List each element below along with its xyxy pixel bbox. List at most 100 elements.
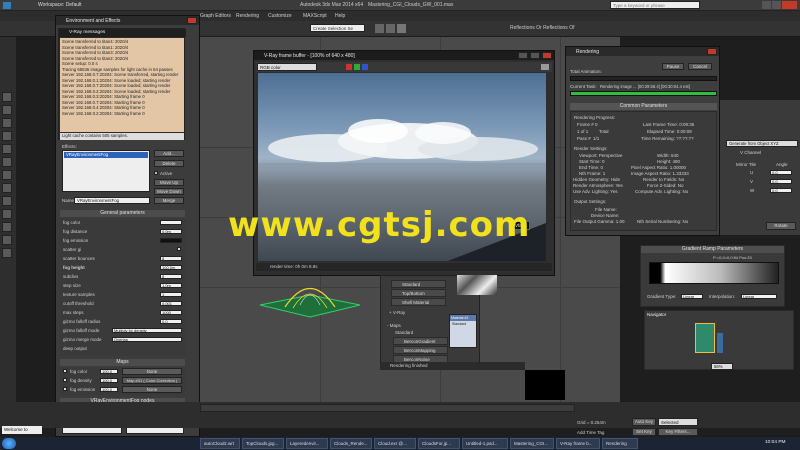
taskbar-item[interactable]: V-Ray frame b... [556, 438, 600, 449]
scale-icon[interactable] [2, 131, 12, 141]
fog-emission-swatch[interactable] [160, 238, 182, 243]
map-checkbox[interactable] [63, 387, 67, 391]
env-close-button[interactable] [187, 17, 197, 24]
menu-rendering[interactable]: Rendering [236, 13, 259, 19]
common-params-head[interactable]: Common Parameters [570, 103, 717, 110]
gradient-type-dropdown[interactable]: Linear [681, 294, 703, 299]
material-item-topbottom[interactable]: Top/Bottom [391, 289, 446, 297]
menu-graph-editors[interactable]: Graph Editors [200, 13, 231, 19]
maximize-button[interactable] [772, 1, 781, 9]
vray-group[interactable]: + V-Ray [389, 310, 405, 315]
map-button[interactable]: None [122, 368, 182, 375]
interpolation-dropdown[interactable]: Linear [741, 294, 777, 299]
param-value[interactable]: 1.0m [160, 283, 182, 288]
light-icon[interactable] [2, 183, 12, 193]
map-checkbox[interactable] [63, 378, 67, 382]
angle-value[interactable]: 0.0 [770, 170, 792, 175]
gradient-ramp-head[interactable]: Gradient Ramp Parameters [641, 246, 784, 253]
maps-standard[interactable]: Standard [395, 330, 413, 335]
select-icon[interactable] [2, 92, 12, 102]
taskbar-item[interactable]: Layeredenvir... [286, 438, 328, 449]
param-value[interactable]: 0.0 [160, 319, 182, 324]
angle-value[interactable]: 0.0 [770, 179, 792, 184]
menu-customize[interactable]: Customize [268, 13, 292, 19]
clear-image-icon[interactable] [541, 64, 549, 70]
param-value[interactable]: 100.0m [160, 265, 182, 270]
rendering-close-button[interactable] [707, 48, 717, 55]
param-value[interactable]: 8 [160, 256, 182, 261]
map-item-bercongradient[interactable]: BerconGradient [393, 337, 448, 345]
param-value[interactable]: 8 [160, 274, 182, 279]
merge-mode-dropdown[interactable]: Overlap [112, 337, 182, 342]
render-setup-icon[interactable] [375, 24, 384, 33]
param-value[interactable]: 0.0m [160, 229, 182, 234]
material-node[interactable]: Material #2 Standard [449, 314, 477, 348]
rotate-button[interactable]: Rotate [766, 222, 796, 230]
effects-list-item[interactable]: VRayEnvironmentFog [64, 152, 148, 158]
add-time-tag[interactable]: Add Time Tag [577, 430, 604, 435]
map-button[interactable]: None [122, 386, 182, 393]
taskbar-item[interactable]: autoCloudz.wrt [200, 438, 240, 449]
taskbar-item[interactable]: Clouds_Rende... [330, 438, 372, 449]
minimize-button[interactable] [762, 1, 771, 9]
param-value[interactable]: 0.001 [160, 301, 182, 306]
navigator-node[interactable] [717, 333, 723, 353]
map-amount[interactable]: 100.0 [100, 378, 118, 383]
gradient-ramp-preview[interactable] [649, 262, 779, 284]
start-button-icon[interactable] [2, 438, 16, 449]
navigator-node[interactable] [695, 323, 715, 353]
camera-icon[interactable] [2, 196, 12, 206]
auto-key-button[interactable]: Auto Key [632, 418, 656, 426]
cancel-button[interactable]: Cancel [688, 63, 712, 70]
taskbar-item[interactable]: Untitled-1.psd... [462, 438, 508, 449]
move-up-button[interactable]: Move Up [154, 179, 184, 186]
render-frame-icon[interactable] [386, 24, 395, 33]
systems-icon[interactable] [2, 235, 12, 245]
material-item-shell[interactable]: Shell Material [391, 298, 446, 306]
green-channel-icon[interactable] [354, 64, 360, 70]
merge-button[interactable]: Merge [154, 197, 184, 204]
effects-list[interactable]: VRayEnvironmentFog [62, 150, 150, 192]
workspace-label[interactable]: Workspace: Default [38, 2, 82, 8]
selection-set-dropdown[interactable]: Create Selection Se [310, 24, 365, 32]
close-button[interactable] [782, 1, 797, 9]
effect-name-field[interactable]: VRayEnvironmentFog [74, 197, 150, 204]
link-icon[interactable] [2, 144, 12, 154]
param-value[interactable]: 1000 [160, 310, 182, 315]
vfb-maximize-button[interactable] [530, 52, 540, 59]
material-icon[interactable] [2, 248, 12, 258]
menu-help[interactable]: Help [335, 13, 345, 19]
helper-icon[interactable] [2, 209, 12, 219]
material-item-standard[interactable]: Standard [391, 280, 446, 288]
scatter-gi-checkbox[interactable] [177, 247, 181, 251]
menu-maxscript[interactable]: MAXScript [303, 13, 327, 19]
maps-group[interactable]: - Maps [387, 323, 401, 328]
taskbar-item[interactable]: Mastering_CGI... [510, 438, 554, 449]
fog-color-swatch[interactable] [160, 220, 182, 225]
falloff-mode-dropdown[interactable]: Multiply by density [112, 328, 182, 333]
general-params-head[interactable]: General parameters [60, 210, 185, 217]
timeline[interactable] [200, 404, 575, 412]
set-key-button[interactable]: Set Key [632, 428, 656, 436]
taskbar-item[interactable]: CloudsFor.jp... [418, 438, 460, 449]
vfb-close-button[interactable] [542, 52, 552, 59]
taskbar-item[interactable]: TopClouds.jpg... [242, 438, 284, 449]
pause-button[interactable]: Pause [662, 63, 684, 70]
taskbar-item[interactable]: Cloud.exr @... [374, 438, 416, 449]
selected-dropdown[interactable]: Selected [658, 418, 698, 426]
zoom-dropdown[interactable]: 56% [711, 363, 733, 370]
search-input[interactable]: Type a keyword or phrase [610, 1, 700, 9]
move-down-button[interactable]: Move Down [154, 188, 184, 195]
channel-dropdown[interactable]: RGB color [257, 63, 317, 71]
unlink-icon[interactable] [2, 157, 12, 167]
map-amount[interactable]: 100.0 [100, 387, 118, 392]
add-effect-button[interactable]: Add... [154, 150, 184, 157]
map-amount[interactable]: 100.0 [100, 369, 118, 374]
taskbar-item[interactable]: Rendering [602, 438, 638, 449]
rotate-icon[interactable] [2, 118, 12, 128]
maps-head[interactable]: Maps [60, 359, 185, 366]
map-button[interactable]: Map #31 ( Color Correction ) [122, 377, 182, 384]
key-filters-button[interactable]: Key Filters... [658, 428, 698, 436]
active-checkbox[interactable] [154, 171, 158, 175]
dome-gizmo[interactable] [255, 275, 365, 320]
